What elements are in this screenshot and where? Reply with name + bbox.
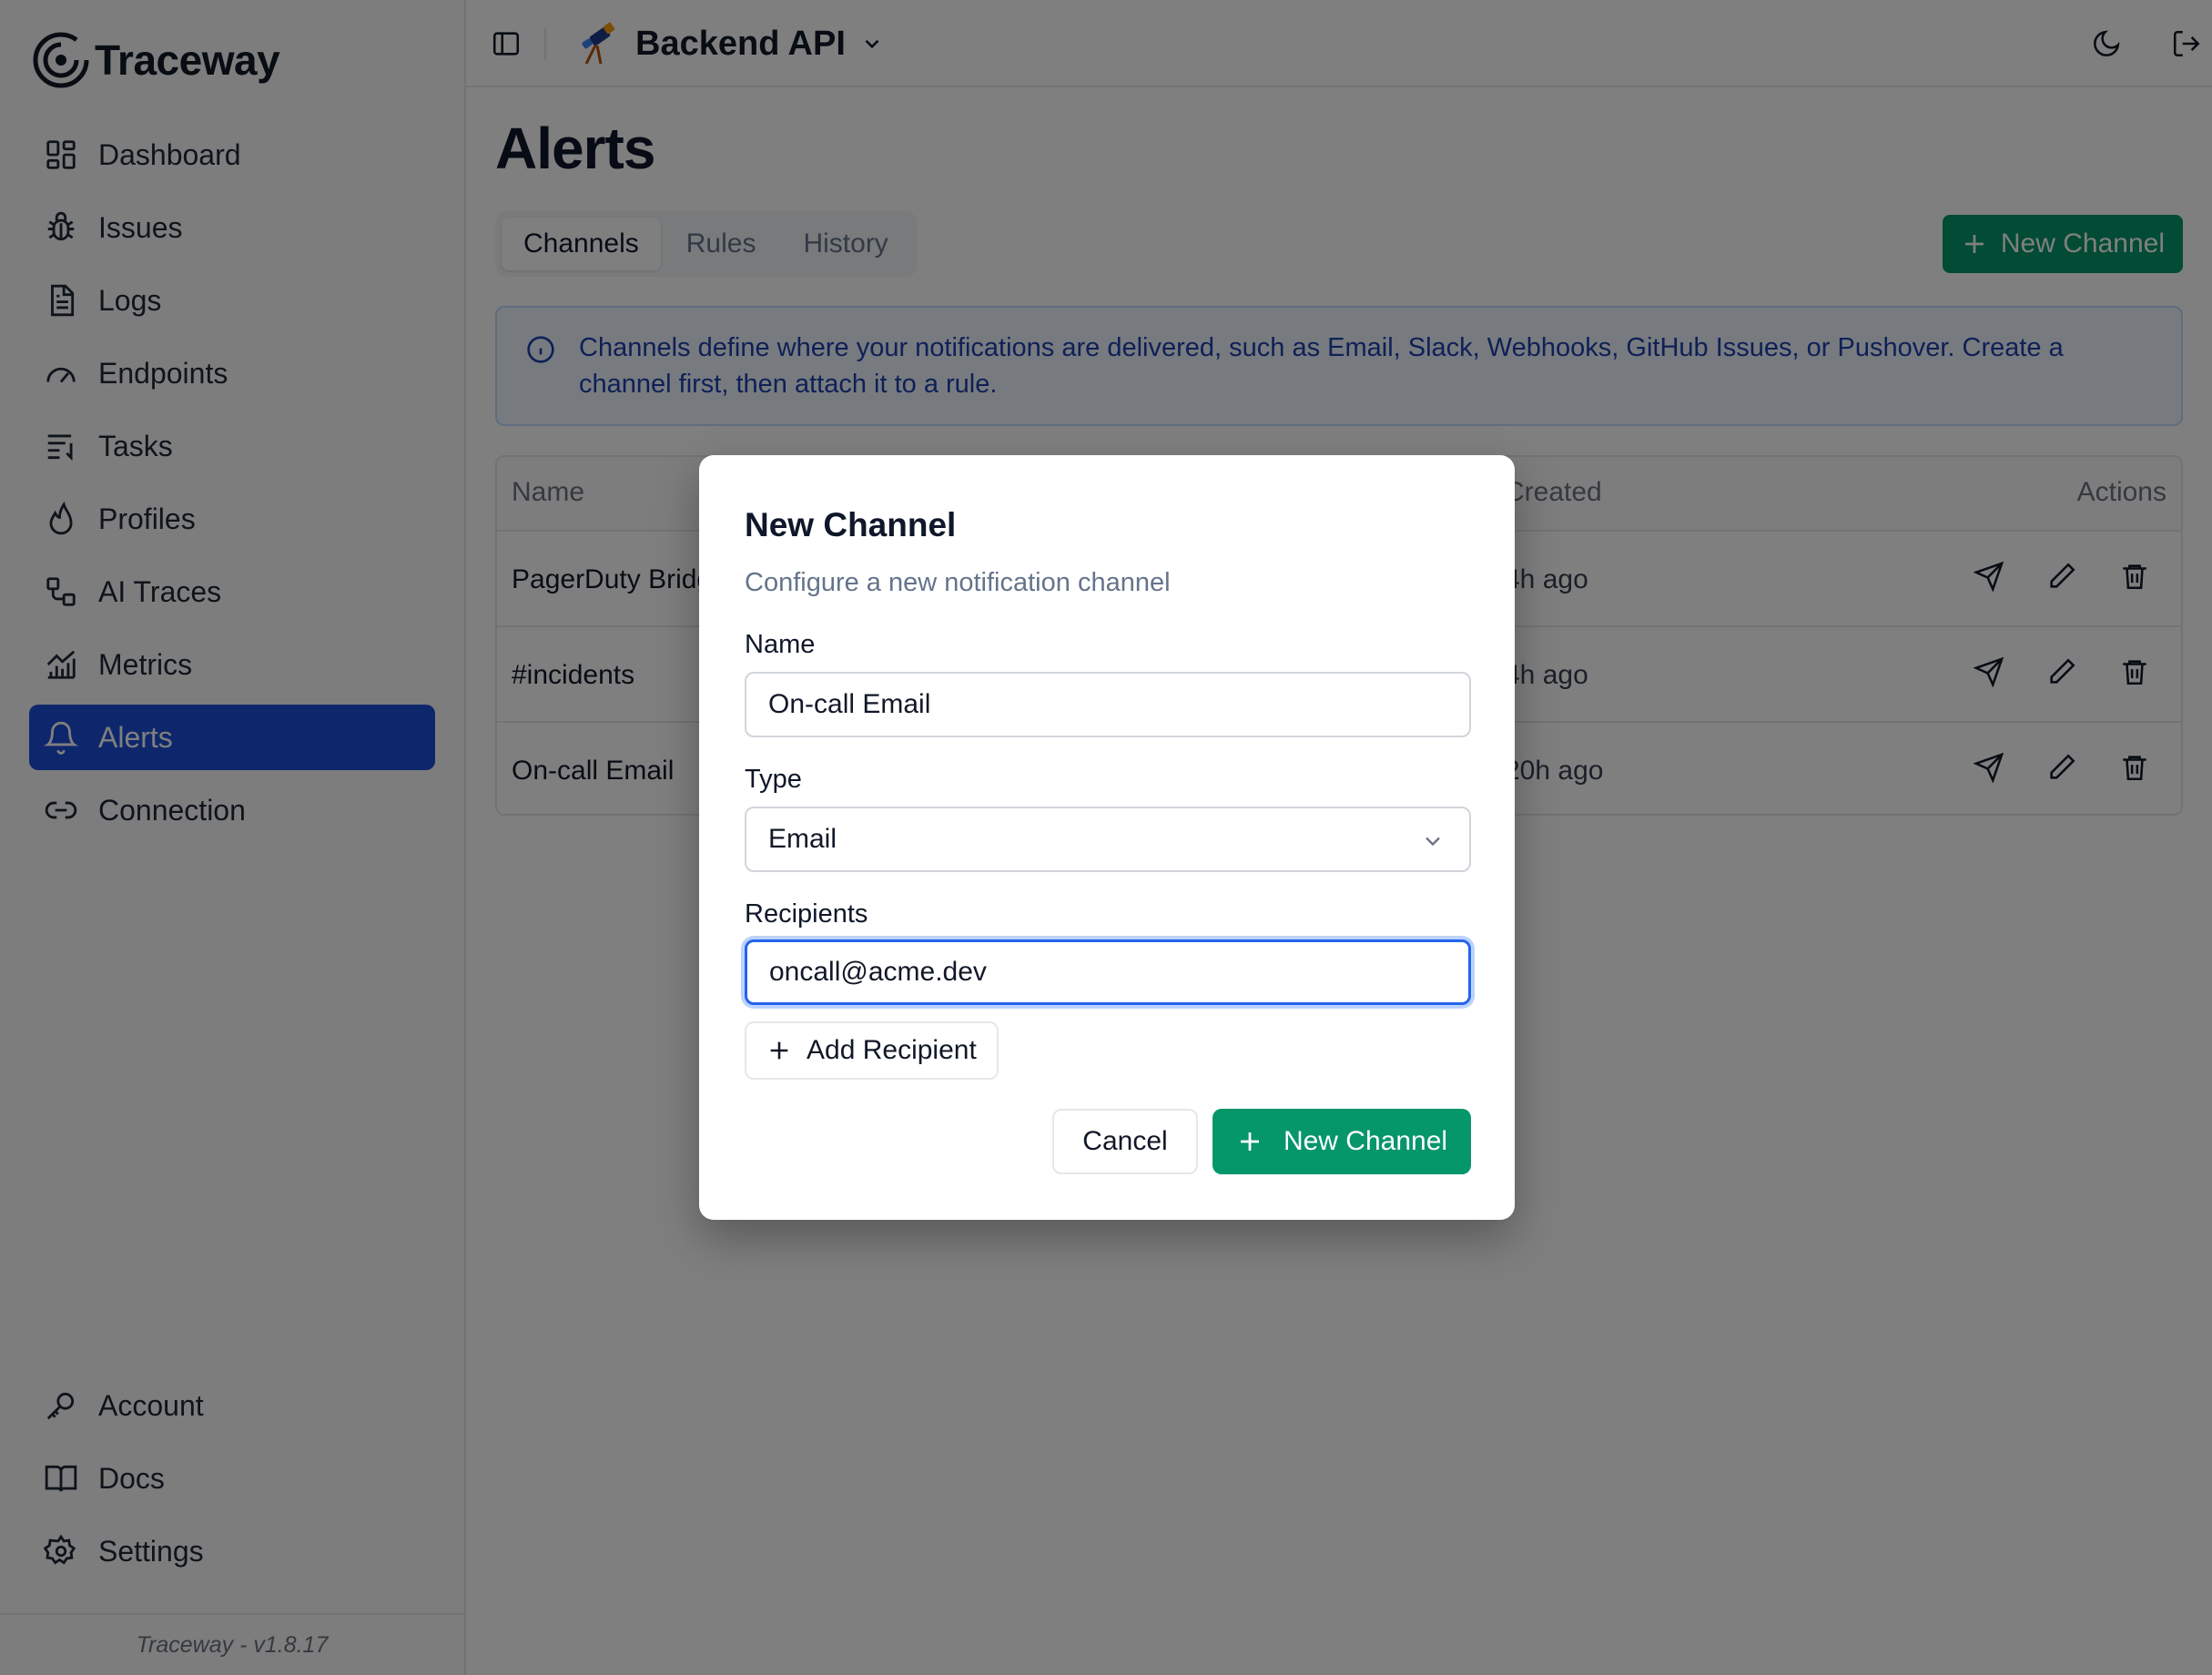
type-label: Type: [745, 765, 802, 794]
plus-icon: [1240, 1132, 1259, 1151]
create-channel-label: New Channel: [1283, 1126, 1448, 1156]
recipients-label: Recipients: [745, 899, 868, 929]
recipient-input-value: oncall@acme.dev: [769, 957, 987, 987]
dialog-title: New Channel: [745, 506, 957, 543]
recipient-email-input[interactable]: oncall@acme.dev: [745, 939, 1471, 1005]
add-recipient-button[interactable]: Add Recipient: [745, 1021, 999, 1080]
type-select[interactable]: Email: [745, 807, 1471, 872]
chevron-down-icon: [1426, 837, 1440, 847]
name-label: Name: [745, 630, 816, 659]
new-channel-dialog: New Channel Configure a new notification…: [699, 455, 1515, 1220]
cancel-button[interactable]: Cancel: [1052, 1109, 1198, 1174]
name-input[interactable]: On-call Email: [745, 672, 1471, 737]
name-input-value: On-call Email: [768, 689, 931, 719]
dialog-description: Configure a new notification channel: [745, 568, 1171, 597]
add-recipient-label: Add Recipient: [807, 1035, 977, 1065]
plus-icon: [770, 1041, 788, 1060]
type-select-value: Email: [768, 824, 837, 854]
create-channel-button[interactable]: New Channel: [1213, 1109, 1471, 1174]
